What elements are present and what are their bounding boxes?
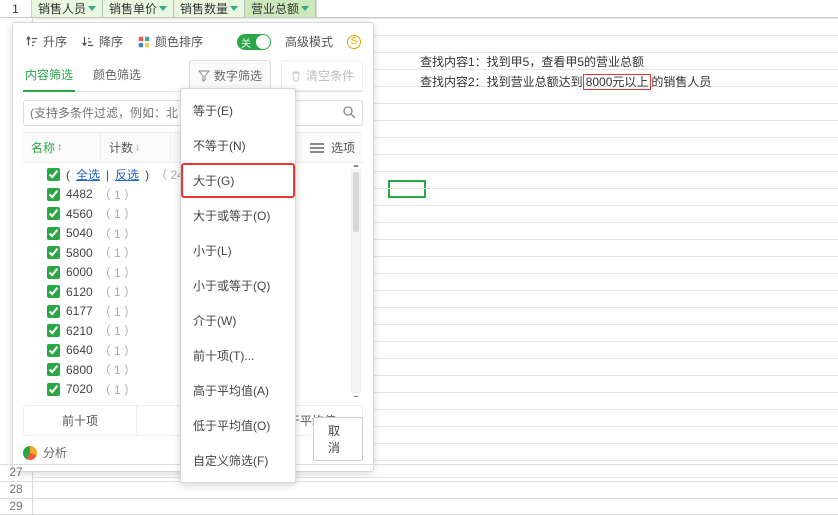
- select-all-link[interactable]: 全选: [76, 166, 100, 183]
- advanced-label: 高级模式: [285, 33, 333, 50]
- hamburger-icon: [310, 141, 324, 155]
- active-cell[interactable]: [388, 180, 426, 198]
- inverse-link[interactable]: 反选: [115, 166, 139, 183]
- top10-button[interactable]: 前十项: [24, 406, 137, 435]
- menu-item[interactable]: 大于(G): [181, 163, 295, 198]
- item-checkbox[interactable]: [47, 246, 60, 259]
- item-checkbox[interactable]: [47, 188, 60, 201]
- row-number: 1: [0, 0, 32, 17]
- col-quantity[interactable]: 销售数量: [174, 0, 245, 17]
- scroll-thumb[interactable]: [353, 172, 359, 232]
- col-sales-person[interactable]: 销售人员: [32, 0, 103, 17]
- scroll-down-icon[interactable]: ▼: [352, 392, 360, 397]
- cancel-button[interactable]: 取消: [313, 417, 363, 461]
- hdr-count[interactable]: 计数↓: [101, 133, 171, 162]
- trash-icon: [290, 70, 302, 82]
- scroll-up-icon[interactable]: ▲: [352, 165, 360, 170]
- number-filter-menu: 等于(E)不等于(N)大于(G)大于或等于(O)小于(L)小于或等于(Q)介于(…: [180, 88, 296, 483]
- col-unit-price[interactable]: 销售单价: [103, 0, 174, 17]
- task-text: 查找内容1：找到甲5，查看甲5的营业总额 查找内容2：找到营业总额达到8000元…: [420, 52, 711, 92]
- row-numbers-below: 27 28 29: [0, 464, 838, 515]
- coin-icon: S: [347, 35, 361, 49]
- menu-item[interactable]: 大于或等于(O): [181, 198, 295, 233]
- item-checkbox[interactable]: [47, 305, 60, 318]
- item-checkbox[interactable]: [47, 227, 60, 240]
- item-checkbox[interactable]: [47, 207, 60, 220]
- sort-asc-icon: [25, 35, 39, 49]
- hdr-options[interactable]: 选项: [302, 133, 363, 162]
- item-checkbox[interactable]: [47, 363, 60, 376]
- palette-icon: [137, 35, 151, 49]
- select-all-checkbox[interactable]: [47, 168, 60, 181]
- menu-item[interactable]: 低于平均值(O): [181, 408, 295, 443]
- funnel-icon: [198, 70, 210, 82]
- color-sort-button[interactable]: 颜色排序: [137, 33, 203, 50]
- tab-color-filter[interactable]: 颜色筛选: [91, 60, 143, 91]
- col-total[interactable]: 营业总额: [245, 0, 316, 17]
- item-checkbox[interactable]: [47, 324, 60, 337]
- menu-item[interactable]: 小于(L): [181, 233, 295, 268]
- scrollbar[interactable]: ▲ ▼: [351, 169, 361, 393]
- menu-item[interactable]: 高于平均值(A): [181, 373, 295, 408]
- menu-item[interactable]: 介于(W): [181, 303, 295, 338]
- item-checkbox[interactable]: [47, 285, 60, 298]
- menu-item[interactable]: 前十项(T)...: [181, 338, 295, 373]
- clear-conditions-button: 清空条件: [281, 60, 363, 91]
- menu-item[interactable]: 小于或等于(Q): [181, 268, 295, 303]
- hdr-name[interactable]: 名称↕: [23, 133, 101, 162]
- column-header-row: 1 销售人员 销售单价 销售数量 营业总额: [0, 0, 838, 18]
- item-checkbox[interactable]: [47, 344, 60, 357]
- number-filter-button[interactable]: 数字筛选: [189, 60, 271, 91]
- menu-item[interactable]: 自定义筛选(F): [181, 443, 295, 478]
- menu-item[interactable]: 等于(E): [181, 93, 295, 128]
- search-icon: [342, 105, 356, 122]
- chevron-down-icon: [230, 6, 238, 11]
- chevron-down-icon: [159, 6, 167, 11]
- tab-content-filter[interactable]: 内容筛选: [23, 60, 75, 91]
- menu-item[interactable]: 不等于(N): [181, 128, 295, 163]
- sort-asc-button[interactable]: 升序: [25, 33, 67, 50]
- sort-desc-icon: [81, 35, 95, 49]
- highlight-8000: 8000元以上: [583, 74, 652, 90]
- item-checkbox[interactable]: [47, 383, 60, 396]
- sort-desc-button[interactable]: 降序: [81, 33, 123, 50]
- advanced-toggle[interactable]: 关: [237, 34, 271, 50]
- item-checkbox[interactable]: [47, 266, 60, 279]
- chevron-down-icon: [88, 6, 96, 11]
- pie-icon: [23, 446, 37, 460]
- chevron-down-icon: [301, 6, 309, 11]
